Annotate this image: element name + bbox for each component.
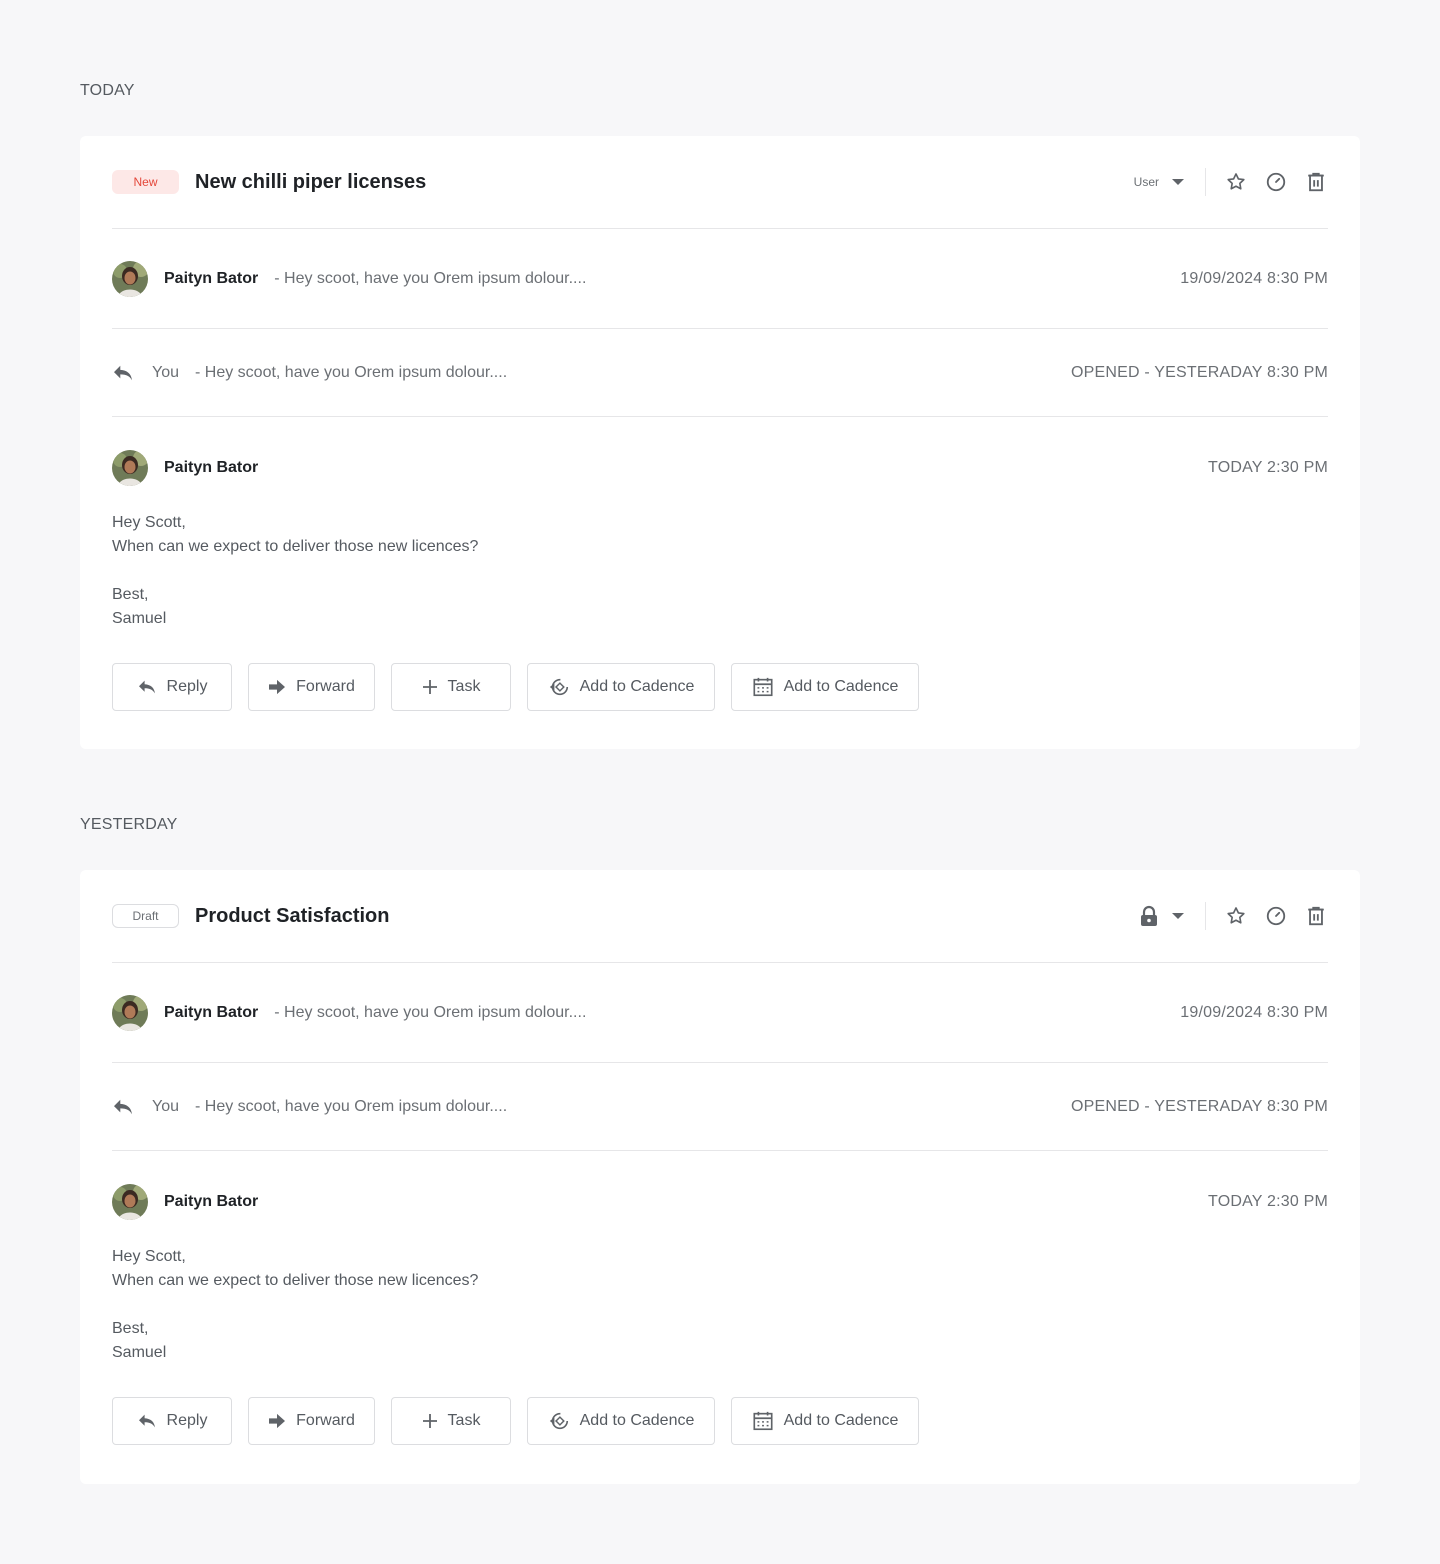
- status-badge: New: [112, 170, 179, 194]
- forward-icon: [268, 1413, 286, 1429]
- message-snippet: - Hey scoot, have you Orem ipsum dolour.…: [274, 1003, 587, 1021]
- reply-label: Reply: [166, 1412, 208, 1429]
- owner-label: User: [1133, 175, 1159, 189]
- message-actions: Reply Forward Task Add to Cadence Add to…: [112, 663, 1328, 711]
- task-button[interactable]: Task: [391, 663, 511, 711]
- task-label: Task: [447, 678, 481, 695]
- star-icon[interactable]: [1224, 904, 1248, 928]
- thread-actions: User: [1134, 168, 1328, 196]
- forward-button[interactable]: Forward: [248, 1397, 375, 1445]
- calendar-icon: [752, 676, 774, 698]
- message-body: Hey Scott, When can we expect to deliver…: [112, 511, 1328, 631]
- forward-label: Forward: [296, 1412, 355, 1429]
- thread-card: New New chilli piper licenses User Paity…: [80, 136, 1360, 749]
- message-expanded: Paityn Bator TODAY 2:30 PM Hey Scott, Wh…: [112, 1151, 1328, 1445]
- clock-icon[interactable]: [1264, 904, 1288, 928]
- reply-button[interactable]: Reply: [112, 1397, 232, 1445]
- trash-icon[interactable]: [1304, 170, 1328, 194]
- message-snippet: - Hey scoot, have you Orem ipsum dolour.…: [195, 1097, 508, 1115]
- message-collapsed[interactable]: Paityn Bator - Hey scoot, have you Orem …: [112, 229, 1328, 329]
- body-signature: Samuel: [112, 1344, 167, 1361]
- message-snippet: - Hey scoot, have you Orem ipsum dolour.…: [274, 269, 587, 287]
- caret-down-icon: [1171, 178, 1185, 186]
- add-to-cadence-button[interactable]: Add to Cadence: [527, 1397, 715, 1445]
- message-reply[interactable]: You - Hey scoot, have you Orem ipsum dol…: [112, 1063, 1328, 1151]
- trash-icon[interactable]: [1304, 904, 1328, 928]
- task-button[interactable]: Task: [391, 1397, 511, 1445]
- plus-icon: [422, 1413, 438, 1429]
- avatar: [112, 260, 148, 297]
- status-badge: Draft: [112, 904, 179, 928]
- body-line: When can we expect to deliver those new …: [112, 1272, 479, 1289]
- body-signoff: Best,: [112, 586, 149, 603]
- avatar: [112, 1184, 148, 1220]
- add-to-cadence-label: Add to Cadence: [783, 678, 899, 695]
- task-label: Task: [447, 1412, 481, 1429]
- avatar: [112, 450, 148, 486]
- reply-icon: [137, 679, 157, 695]
- divider: [1205, 168, 1206, 196]
- reply-label: Reply: [166, 678, 208, 695]
- reply-author: You: [152, 363, 179, 381]
- plus-icon: [422, 679, 438, 695]
- clock-icon[interactable]: [1264, 170, 1288, 194]
- opened-status: OPENED - YESTERADAY 8:30 PM: [1070, 1097, 1328, 1115]
- caret-down-icon: [1171, 912, 1185, 920]
- add-to-cadence-label: Add to Cadence: [579, 1412, 695, 1429]
- thread-header: New New chilli piper licenses User: [112, 136, 1328, 229]
- sender-name: Paityn Bator: [164, 459, 259, 476]
- add-to-cadence-button[interactable]: Add to Cadence: [527, 663, 715, 711]
- cadence-icon: [548, 1410, 570, 1432]
- add-to-cadence-calendar-button[interactable]: Add to Cadence: [731, 663, 919, 711]
- message-body: Hey Scott, When can we expect to deliver…: [112, 1245, 1328, 1365]
- message-header: Paityn Bator TODAY 2:30 PM: [112, 449, 1328, 487]
- add-to-cadence-calendar-button[interactable]: Add to Cadence: [731, 1397, 919, 1445]
- sender-name: Paityn Bator: [164, 269, 259, 287]
- divider: [1205, 902, 1206, 930]
- sender-name: Paityn Bator: [164, 1003, 259, 1021]
- body-line: When can we expect to deliver those new …: [112, 538, 479, 555]
- reply-icon: [112, 364, 136, 382]
- reply-button[interactable]: Reply: [112, 663, 232, 711]
- message-reply[interactable]: You - Hey scoot, have you Orem ipsum dol…: [112, 329, 1328, 417]
- avatar: [112, 994, 148, 1031]
- thread-title: Product Satisfaction: [195, 904, 390, 927]
- reply-icon: [137, 1413, 157, 1429]
- add-to-cadence-label: Add to Cadence: [579, 678, 695, 695]
- message-expanded: Paityn Bator TODAY 2:30 PM Hey Scott, Wh…: [112, 417, 1328, 711]
- reply-icon: [112, 1098, 136, 1116]
- body-signoff: Best,: [112, 1320, 149, 1337]
- reply-author: You: [152, 1097, 179, 1115]
- body-greeting: Hey Scott,: [112, 514, 186, 531]
- thread-card: Draft Product Satisfaction Paityn Bator …: [80, 870, 1360, 1484]
- forward-icon: [268, 679, 286, 695]
- message-header: Paityn Bator TODAY 2:30 PM: [112, 1183, 1328, 1221]
- message-collapsed[interactable]: Paityn Bator - Hey scoot, have you Orem …: [112, 963, 1328, 1063]
- star-icon[interactable]: [1224, 170, 1248, 194]
- visibility-dropdown[interactable]: [1139, 905, 1185, 927]
- add-to-cadence-label: Add to Cadence: [783, 1412, 899, 1429]
- group-label-yesterday: YESTERDAY: [80, 816, 178, 833]
- owner-dropdown[interactable]: User: [1134, 175, 1185, 189]
- forward-button[interactable]: Forward: [248, 663, 375, 711]
- message-time: 19/09/2024 8:30 PM: [1180, 1003, 1328, 1021]
- lock-icon: [1139, 905, 1159, 927]
- group-label-today: TODAY: [80, 82, 135, 99]
- message-actions: Reply Forward Task Add to Cadence Add to…: [112, 1397, 1328, 1445]
- message-time: 19/09/2024 8:30 PM: [1180, 269, 1328, 287]
- cadence-icon: [548, 676, 570, 698]
- thread-header: Draft Product Satisfaction: [112, 870, 1328, 963]
- sender-name: Paityn Bator: [164, 1193, 259, 1210]
- body-signature: Samuel: [112, 610, 167, 627]
- opened-status: OPENED - YESTERADAY 8:30 PM: [1070, 363, 1328, 381]
- message-snippet: - Hey scoot, have you Orem ipsum dolour.…: [195, 363, 508, 381]
- conversation-page: TODAY New New chilli piper licenses User: [0, 0, 1440, 1564]
- message-time: TODAY 2:30 PM: [1208, 1193, 1328, 1210]
- thread-actions: [1139, 902, 1328, 930]
- forward-label: Forward: [296, 678, 355, 695]
- calendar-icon: [752, 1410, 774, 1432]
- body-greeting: Hey Scott,: [112, 1248, 186, 1265]
- message-time: TODAY 2:30 PM: [1208, 459, 1328, 476]
- thread-title: New chilli piper licenses: [195, 170, 427, 193]
